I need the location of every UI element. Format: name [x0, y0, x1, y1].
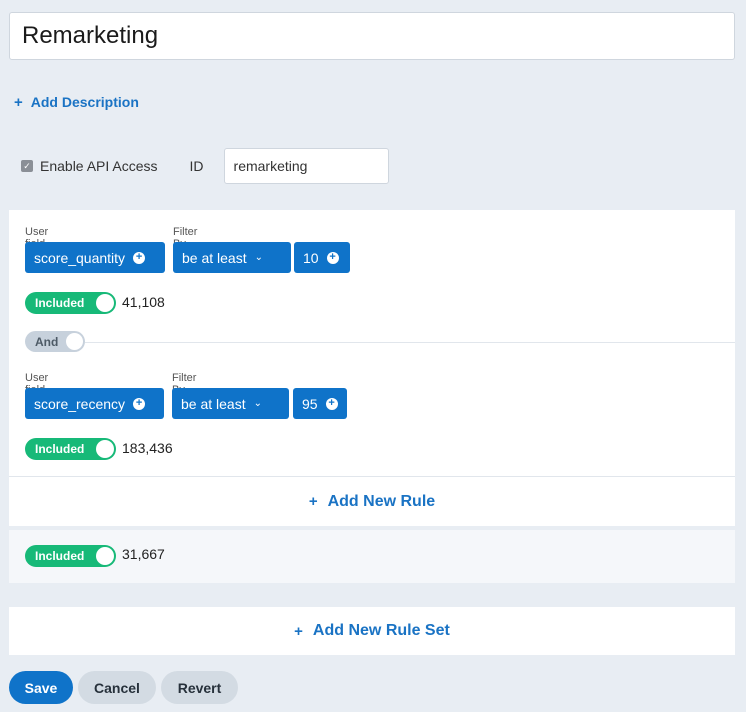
plus-icon: + — [308, 493, 318, 510]
rule-set: User field Filter By score_quantity + be… — [9, 210, 735, 526]
filter-value: 10 — [303, 249, 319, 266]
plus-circle-icon: + — [133, 251, 146, 264]
plus-circle-icon: + — [325, 397, 338, 410]
filter-operator-select[interactable]: be at least ⌄ — [173, 242, 291, 273]
included-toggle-label: Included — [35, 442, 85, 456]
add-new-rule-set-label: Add New Rule Set — [312, 622, 450, 639]
included-toggle[interactable]: Included — [25, 545, 116, 567]
divider — [85, 342, 735, 343]
chevron-down-icon: ⌄ — [253, 398, 262, 409]
plus-icon: + — [294, 622, 303, 640]
toggle-knob — [96, 440, 114, 458]
user-field-select[interactable]: score_recency + — [25, 388, 164, 419]
user-field-value: score_recency — [34, 395, 126, 412]
plus-icon: + — [14, 93, 23, 111]
add-description-link[interactable]: + Add Description — [14, 94, 139, 110]
toggle-knob — [96, 547, 114, 565]
user-field-value: score_quantity — [34, 249, 126, 266]
plus-circle-icon: + — [133, 397, 146, 410]
combinator-label: And — [35, 334, 59, 349]
filter-value-input[interactable]: 10 + — [294, 242, 350, 273]
included-toggle-label: Included — [35, 296, 85, 310]
included-toggle[interactable]: Included — [25, 438, 116, 460]
id-input[interactable]: remarketing — [223, 148, 389, 184]
revert-button[interactable]: Revert — [161, 671, 238, 704]
toggle-knob — [96, 294, 114, 312]
add-new-rule-set-button[interactable]: + Add New Rule Set — [9, 607, 735, 655]
chevron-down-icon: ⌄ — [254, 252, 263, 263]
ruleset-count: 31,667 — [122, 546, 165, 562]
combinator-toggle[interactable]: And — [25, 331, 85, 352]
enable-api-checkbox[interactable]: ✓ — [21, 160, 33, 172]
ruleset-summary: Included 31,667 — [9, 530, 735, 583]
toggle-knob — [66, 333, 83, 350]
filter-operator-select[interactable]: be at least ⌄ — [172, 388, 289, 419]
included-toggle[interactable]: Included — [25, 292, 116, 314]
enable-api-label: Enable API Access — [40, 158, 158, 174]
filter-operator-value: be at least — [181, 395, 246, 412]
plus-circle-icon: + — [326, 251, 339, 264]
add-description-label: Add Description — [30, 94, 139, 110]
rule-count: 183,436 — [122, 440, 173, 456]
filter-value: 95 — [302, 395, 318, 412]
filter-operator-value: be at least — [182, 249, 247, 266]
included-toggle-label: Included — [35, 549, 85, 563]
id-label: ID — [189, 158, 204, 174]
add-new-rule-button[interactable]: + Add New Rule — [9, 476, 735, 526]
add-new-rule-label: Add New Rule — [327, 492, 436, 510]
cancel-button[interactable]: Cancel — [78, 671, 156, 704]
user-field-select[interactable]: score_quantity + — [25, 242, 165, 273]
save-button[interactable]: Save — [9, 671, 73, 704]
rule-count: 41,108 — [122, 294, 165, 310]
filter-value-input[interactable]: 95 + — [293, 388, 347, 419]
segment-name-input[interactable]: Remarketing — [9, 12, 735, 60]
api-access-row: ✓ Enable API Access ID remarketing — [21, 148, 389, 184]
